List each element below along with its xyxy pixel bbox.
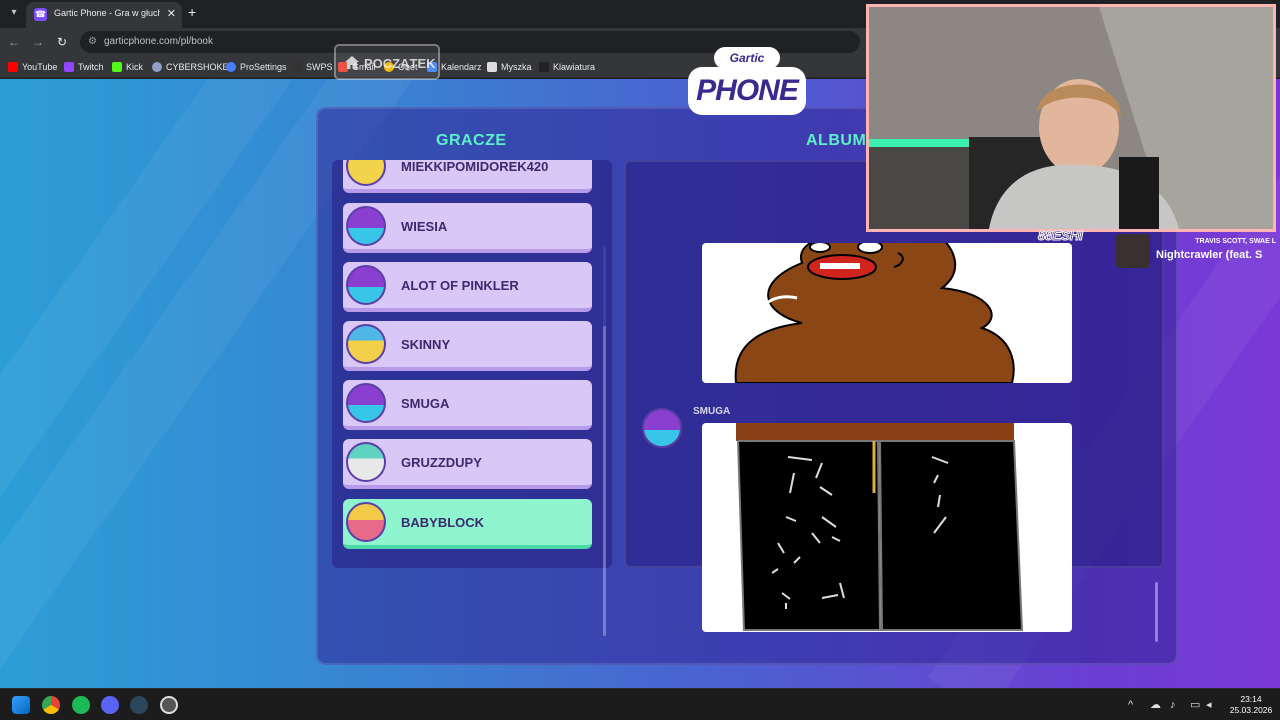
keyboard-icon <box>539 62 549 72</box>
discord-icon[interactable] <box>101 696 119 714</box>
player-name: WIESIA <box>401 219 448 234</box>
url-text: garticphone.com/pl/book <box>104 36 213 47</box>
gartic-favicon-icon: ☎ <box>34 8 47 21</box>
browser-tab[interactable]: ☎ Gartic Phone - Gra w głuchy te ✕ <box>26 2 182 28</box>
album-scroll-thumb[interactable] <box>1155 582 1158 642</box>
bookmark-cybershoke[interactable]: CYBERSHOKE <box>152 60 229 74</box>
player-name: BABYBLOCK <box>401 515 485 530</box>
player-avatar-icon <box>346 324 386 364</box>
bookmark-youtube[interactable]: YouTube <box>8 60 57 74</box>
album-author-name: SMUGA <box>693 406 731 417</box>
player-name: GRUZZDUPY <box>401 455 482 470</box>
clock-date: 25.03.2026 <box>1229 705 1273 715</box>
webcam-overlay <box>866 4 1276 232</box>
album-drawing-2 <box>702 423 1072 632</box>
app-gear-icon[interactable] <box>160 696 178 714</box>
network-icon[interactable]: ▭ <box>1190 698 1200 712</box>
album-author-avatar-icon <box>642 408 682 448</box>
player-avatar-icon <box>346 383 386 423</box>
player-name: ALOT OF PINKLER <box>401 278 519 293</box>
site-info-icon[interactable]: ⚙ <box>88 36 100 48</box>
logo-gartic-text: Gartic <box>714 47 780 69</box>
album-heading: ALBUM <box>806 132 867 149</box>
bookmark-swps[interactable]: SWPS <box>292 60 333 74</box>
mouse-icon <box>487 62 497 72</box>
prosettings-gear-icon <box>226 62 236 72</box>
player-avatar-icon <box>346 502 386 542</box>
swps-icon <box>292 62 302 72</box>
bookmark-kick[interactable]: Kick <box>112 60 143 74</box>
reload-icon[interactable]: ↻ <box>54 34 70 50</box>
logo-phone-text: PHONE <box>688 67 806 115</box>
player-card[interactable]: ALOT OF PINKLER <box>343 262 592 312</box>
bookmark-klawiatura[interactable]: Klawiatura <box>539 60 595 74</box>
player-avatar-icon <box>346 442 386 482</box>
bookmark-prosettings[interactable]: ProSettings <box>226 60 287 74</box>
player-card[interactable]: MIEKKIPOMIDOREK420 <box>343 160 592 193</box>
back-arrow-icon[interactable]: ← <box>6 34 22 50</box>
clock-time: 23:14 <box>1240 694 1262 704</box>
start-button-label: POCZĄTEK <box>364 56 436 71</box>
cybershoke-icon <box>152 62 162 72</box>
spotify-icon[interactable] <box>72 696 90 714</box>
tray-cloud-icon[interactable]: ☁ <box>1150 698 1161 712</box>
player-avatar-icon <box>346 265 386 305</box>
webcam-feed <box>869 7 1273 229</box>
chrome-icon[interactable] <box>42 696 60 714</box>
bookmark-twitch[interactable]: Twitch <box>64 60 104 74</box>
gartic-phone-logo: Gartic PHONE <box>688 45 806 117</box>
player-card-active[interactable]: BABYBLOCK <box>343 499 592 549</box>
taskbar-clock[interactable]: 23:14 25.03.2026 <box>1226 694 1276 716</box>
players-list: MIEKKIPOMIDOREK420 WIESIA ALOT OF PINKLE… <box>332 160 612 568</box>
forward-arrow-icon[interactable]: → <box>30 34 46 50</box>
home-icon <box>345 56 359 69</box>
volume-icon[interactable]: ◂ <box>1206 698 1212 712</box>
tab-title: Gartic Phone - Gra w głuchy te <box>54 8 160 18</box>
player-name: MIEKKIPOMIDOREK420 <box>401 160 549 174</box>
player-avatar-icon <box>346 206 386 246</box>
streamer-tag: 88ESHI <box>1038 228 1084 244</box>
players-scrollbar[interactable] <box>603 246 606 636</box>
bookmark-myszka[interactable]: Myszka <box>487 60 532 74</box>
player-name: SKINNY <box>401 337 451 352</box>
players-scroll-thumb[interactable] <box>603 326 606 636</box>
now-playing-widget: TRAVIS SCOTT, SWAE L Nightcrawler (feat.… <box>1116 234 1276 268</box>
tab-search-icon[interactable]: ▾ <box>6 5 22 21</box>
player-card[interactable]: WIESIA <box>343 203 592 253</box>
tray-chevron-up-icon[interactable]: ^ <box>1128 698 1133 712</box>
drawing-poop-character <box>734 243 1015 383</box>
close-icon[interactable]: ✕ <box>167 7 176 20</box>
album-drawing-1 <box>702 243 1072 383</box>
player-card[interactable]: SMUGA <box>343 380 592 430</box>
steam-icon[interactable] <box>130 696 148 714</box>
player-card[interactable]: GRUZZDUPY <box>343 439 592 489</box>
windows-taskbar: ^ ☁ ♪ ▭ ◂ 23:14 25.03.2026 <box>0 688 1280 720</box>
windows-start-icon[interactable] <box>12 696 30 714</box>
kick-icon <box>112 62 122 72</box>
album-art-icon <box>1116 234 1150 268</box>
player-name: SMUGA <box>401 396 450 411</box>
new-tab-plus-icon[interactable]: + <box>188 5 196 19</box>
player-card[interactable]: SKINNY <box>343 321 592 371</box>
twitch-icon <box>64 62 74 72</box>
microphone-icon[interactable]: ♪ <box>1170 698 1176 712</box>
players-heading: GRACZE <box>436 132 507 149</box>
now-playing-artist: TRAVIS SCOTT, SWAE L <box>1195 238 1276 245</box>
drawing-dark-doors <box>736 423 1024 631</box>
player-avatar-icon <box>346 160 386 186</box>
now-playing-song: Nightcrawler (feat. S <box>1156 249 1263 261</box>
start-button[interactable]: POCZĄTEK <box>334 44 440 80</box>
youtube-icon <box>8 62 18 72</box>
